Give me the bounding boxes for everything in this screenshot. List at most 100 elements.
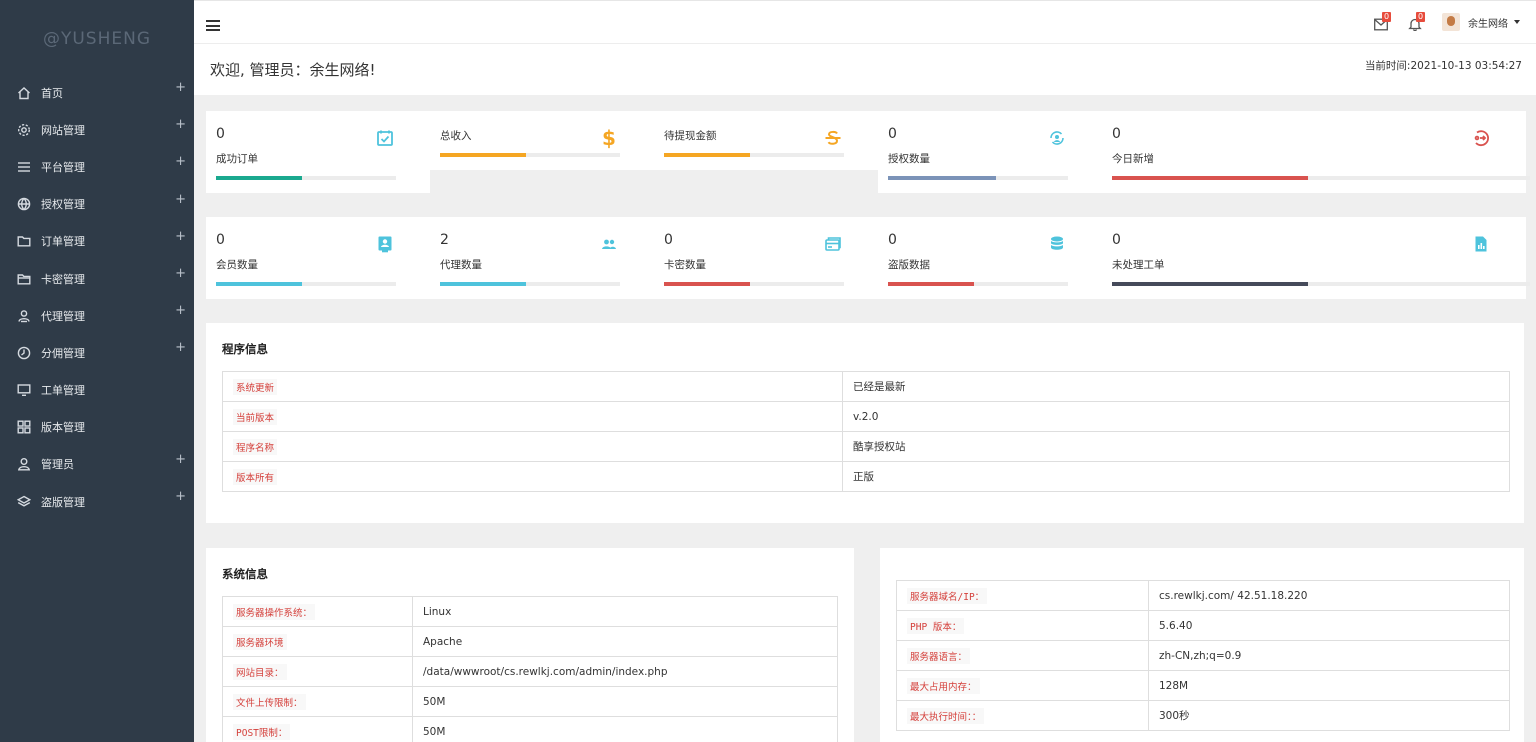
database-icon <box>1048 235 1066 253</box>
key-tag: 网站目录： <box>233 663 287 680</box>
sidebar-item-label: 平台管理 <box>41 160 85 174</box>
top-bar: 0 0 余生网络 <box>194 0 1536 44</box>
stat-progress-fill <box>1112 282 1309 286</box>
table-row: 服务器操作系统： Linux <box>222 596 838 627</box>
stat-progress-fill <box>440 153 527 157</box>
key-tag: 最大执行时间：： <box>907 707 985 724</box>
table-row: 文件上传限制： 50M <box>222 686 838 717</box>
arrow-circle-icon <box>1472 129 1490 147</box>
system-info-title: 系统信息 <box>222 567 268 581</box>
key-tag: 服务器语言： <box>907 647 971 664</box>
stat-card: 0 今日新增 <box>1102 111 1530 193</box>
sidebar-item-3[interactable]: 授权管理 + <box>0 186 194 223</box>
stat-label: 会员数量 <box>216 259 258 271</box>
table-row: PHP 版本： 5.6.40 <box>896 610 1510 641</box>
key-tag: 程序名称 <box>233 438 278 455</box>
user-name[interactable]: 余生网络 <box>1468 15 1508 30</box>
expand-plus-icon[interactable]: + <box>175 489 186 504</box>
stat-progress-bar <box>216 176 396 180</box>
sidebar-item-10[interactable]: 管理员 + <box>0 446 194 483</box>
table-key-cell: POST限制： <box>222 716 413 742</box>
key-tag: 最大占用内存： <box>907 677 980 694</box>
stat-label: 授权数量 <box>888 153 930 165</box>
sidebar-item-label: 订单管理 <box>41 235 85 249</box>
table-key-cell: 文件上传限制： <box>222 686 413 717</box>
system-info-table: 服务器操作系统： Linux 服务器环境 Apache 网站目录： /data/wwwro… <box>222 596 838 742</box>
stat-progress-bar <box>440 282 620 286</box>
expand-plus-icon[interactable]: + <box>175 117 186 132</box>
sidebar-item-0[interactable]: 首页 + <box>0 74 194 111</box>
sidebar-item-label: 代理管理 <box>41 309 85 323</box>
key-tag: POST限制： <box>233 723 291 740</box>
sidebar-item-5[interactable]: 卡密管理 + <box>0 260 194 297</box>
mail-notification[interactable]: 0 <box>1374 12 1392 31</box>
table-row: 服务器域名/IP： cs.rewlkj.com/ 42.51.18.220 <box>896 580 1510 611</box>
menu-lines-icon <box>17 160 31 174</box>
stat-value: 0 <box>888 232 897 248</box>
expand-plus-icon[interactable]: + <box>175 303 186 318</box>
top-right-tools: 0 0 余生网络 <box>1374 12 1520 31</box>
stat-value: 2 <box>440 232 449 248</box>
sidebar-item-2[interactable]: 平台管理 + <box>0 148 194 185</box>
folder-icon <box>17 234 31 248</box>
table-value-cell: 5.6.40 <box>1148 610 1510 641</box>
stat-value: 0 <box>216 232 225 248</box>
sidebar-item-label: 授权管理 <box>41 198 85 212</box>
sidebar-item-label: 分佣管理 <box>41 346 85 360</box>
program-info-panel: 程序信息 系统更新 已经是最新 当前版本 v.2.0 程序名称 酷享授权站 版本所有 正版 <box>206 323 1524 523</box>
table-row: 服务器环境 Apache <box>222 626 838 657</box>
stat-label: 未处理工单 <box>1112 259 1165 271</box>
stat-label: 代理数量 <box>440 259 482 271</box>
sync-user-icon <box>1048 129 1066 147</box>
key-tag: 文件上传限制： <box>233 693 306 710</box>
hamburger-menu-icon[interactable] <box>206 20 220 31</box>
table-value-cell: Apache <box>412 626 838 657</box>
expand-plus-icon[interactable]: + <box>175 154 186 169</box>
expand-plus-icon[interactable]: + <box>175 80 186 95</box>
expand-plus-icon[interactable]: + <box>175 266 186 281</box>
stat-label: 待提现金额 <box>664 130 717 142</box>
home-icon <box>17 86 31 100</box>
stat-progress-bar <box>888 176 1068 180</box>
stat-progress-bar <box>888 282 1068 286</box>
bell-badge: 0 <box>1416 12 1426 22</box>
bell-notification[interactable]: 0 <box>1408 12 1426 31</box>
table-value-cell: 已经是最新 <box>842 371 1510 402</box>
expand-plus-icon[interactable]: + <box>175 452 186 467</box>
stat-card: 0 未处理工单 <box>1102 217 1530 299</box>
sidebar-item-4[interactable]: 订单管理 + <box>0 223 194 260</box>
key-tag: 服务器环境 <box>233 633 287 650</box>
calendar-check-icon <box>376 129 394 147</box>
stat-progress-fill <box>440 282 527 286</box>
stat-progress-bar <box>664 153 844 157</box>
layers-icon <box>17 495 31 509</box>
expand-plus-icon[interactable]: + <box>175 192 186 207</box>
stat-label: 卡密数量 <box>664 259 706 271</box>
stat-progress-fill <box>664 153 751 157</box>
table-key-cell: 服务器域名/IP： <box>896 580 1149 611</box>
current-time: 当前时间:2021-10-13 03:54:27 <box>1364 60 1522 72</box>
table-row: 最大执行时间：： 300秒 <box>896 700 1510 731</box>
sidebar-item-7[interactable]: 分佣管理 + <box>0 334 194 371</box>
caret-down-icon[interactable] <box>1514 20 1520 24</box>
table-value-cell: 50M <box>412 686 838 717</box>
stat-value: 0 <box>216 126 225 142</box>
avatar[interactable] <box>1442 13 1460 31</box>
users-icon <box>600 235 618 253</box>
table-value-cell: v.2.0 <box>842 401 1510 432</box>
table-key-cell: 当前版本 <box>222 401 843 432</box>
sidebar-item-9[interactable]: 版本管理 <box>0 409 194 446</box>
sidebar-item-11[interactable]: 盗版管理 + <box>0 483 194 520</box>
key-tag: 版本所有 <box>233 468 278 485</box>
table-key-cell: 服务器操作系统： <box>222 596 413 627</box>
sidebar: @YUSHENG 首页 + 网站管理 + 平台管理 + 授权管理 + 订单管理 + 卡密管理 + 代理管… <box>0 0 194 742</box>
key-tag: 服务器操作系统： <box>233 603 316 620</box>
table-key-cell: 最大占用内存： <box>896 670 1149 701</box>
expand-plus-icon[interactable]: + <box>175 229 186 244</box>
sidebar-item-6[interactable]: 代理管理 + <box>0 297 194 334</box>
expand-plus-icon[interactable]: + <box>175 340 186 355</box>
stat-progress-bar <box>1112 176 1530 180</box>
sidebar-item-8[interactable]: 工单管理 <box>0 372 194 409</box>
table-key-cell: PHP 版本： <box>896 610 1149 641</box>
sidebar-item-1[interactable]: 网站管理 + <box>0 111 194 148</box>
